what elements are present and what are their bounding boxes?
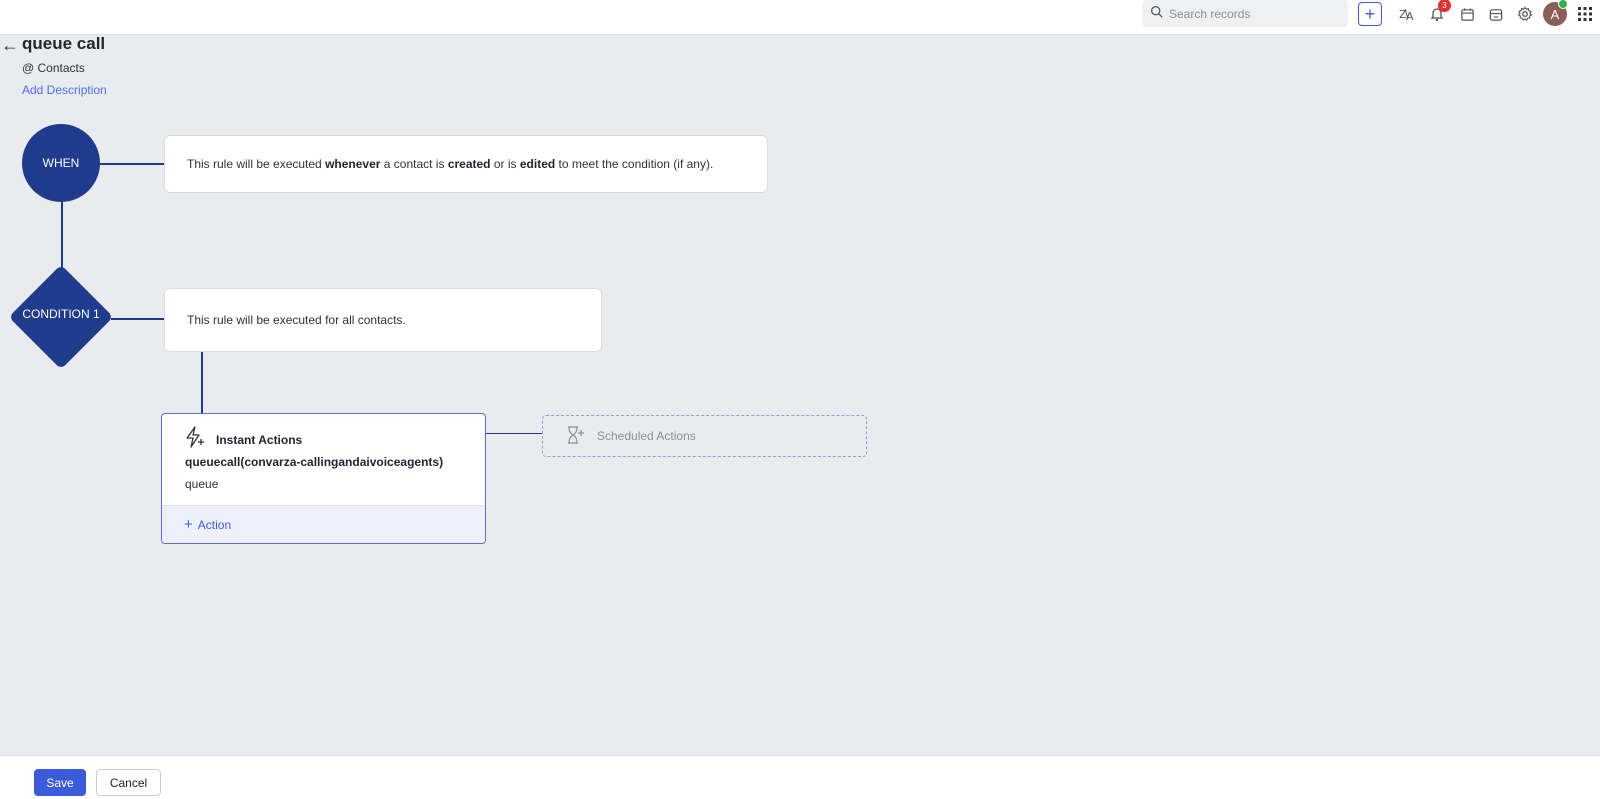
connector-line bbox=[100, 163, 164, 165]
scheduled-actions-button[interactable]: Scheduled Actions bbox=[542, 415, 867, 457]
footer-bar: Save Cancel bbox=[0, 755, 1600, 799]
condition-description: This rule will be executed for all conta… bbox=[187, 313, 406, 327]
search-box[interactable] bbox=[1142, 0, 1348, 27]
add-description-link[interactable]: Add Description bbox=[22, 83, 107, 97]
when-card[interactable]: This rule will be executed whenever a co… bbox=[164, 135, 768, 193]
connector-line bbox=[61, 202, 63, 268]
gear-icon[interactable] bbox=[1513, 2, 1537, 26]
search-icon bbox=[1150, 5, 1163, 23]
top-bar: + ZA 3 A bbox=[0, 0, 1600, 35]
instant-actions-card[interactable]: Instant Actions queuecall(convarza-calli… bbox=[161, 413, 486, 544]
save-button[interactable]: Save bbox=[34, 769, 86, 796]
back-arrow-icon[interactable]: ← bbox=[1, 35, 19, 56]
action-function-name[interactable]: queuecall(convarza-callingandaivoiceagen… bbox=[185, 455, 443, 469]
add-action-button[interactable]: + Action bbox=[162, 505, 485, 543]
add-button[interactable]: + bbox=[1358, 2, 1382, 26]
apps-grid-icon[interactable] bbox=[1573, 2, 1597, 26]
scheduled-actions-label: Scheduled Actions bbox=[597, 429, 696, 443]
avatar[interactable]: A bbox=[1543, 0, 1568, 26]
when-node[interactable]: WHEN bbox=[22, 124, 100, 202]
avatar-initial: A bbox=[1550, 6, 1560, 22]
when-label: WHEN bbox=[42, 156, 80, 170]
connector-line bbox=[111, 318, 164, 320]
instant-actions-title: Instant Actions bbox=[216, 432, 303, 447]
translate-icon[interactable]: ZA bbox=[1396, 2, 1420, 26]
notification-badge: 3 bbox=[1438, 0, 1451, 12]
when-description: This rule will be executed whenever a co… bbox=[187, 157, 714, 171]
connector-line bbox=[486, 433, 542, 434]
add-action-label: Action bbox=[197, 517, 232, 532]
plus-icon: + bbox=[184, 516, 193, 533]
marketplace-icon[interactable] bbox=[1484, 2, 1508, 26]
connector-line bbox=[201, 352, 203, 413]
page-title: queue call bbox=[22, 34, 106, 53]
condition-label: CONDITION 1 bbox=[22, 307, 100, 321]
add-icon: + bbox=[1364, 4, 1376, 24]
action-function-sub: queue bbox=[185, 477, 219, 491]
search-input[interactable] bbox=[1169, 6, 1339, 21]
lightning-plus-icon bbox=[184, 426, 206, 453]
hourglass-plus-icon bbox=[565, 425, 585, 448]
calendar-icon[interactable] bbox=[1455, 2, 1479, 26]
module-label: @ Contacts bbox=[22, 61, 85, 75]
cancel-button[interactable]: Cancel bbox=[96, 769, 161, 796]
notifications-button[interactable]: 3 bbox=[1425, 0, 1451, 26]
online-status-dot bbox=[1558, 0, 1568, 9]
condition-card[interactable]: This rule will be executed for all conta… bbox=[164, 288, 602, 352]
